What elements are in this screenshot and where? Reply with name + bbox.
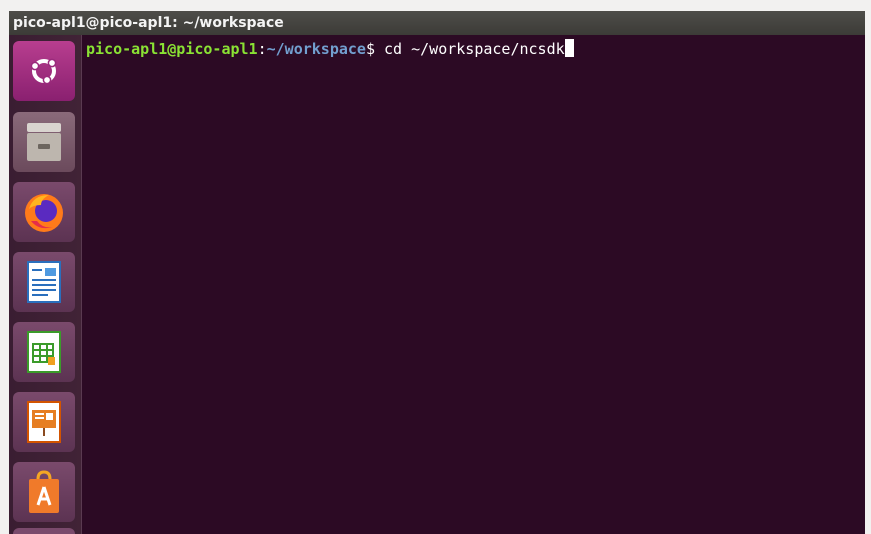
launcher-item-firefox[interactable] [13, 182, 75, 242]
file-cabinet-icon [27, 123, 61, 161]
launcher-item-impress[interactable] [13, 392, 75, 452]
terminal-area[interactable]: pico-apl1@pico-apl1:~/workspace$ cd ~/wo… [82, 35, 865, 534]
launcher-item-dash[interactable] [13, 41, 75, 101]
unity-launcher [9, 35, 82, 534]
writer-document-icon [27, 261, 61, 303]
text-cursor [564, 39, 574, 57]
terminal-prompt-line: pico-apl1@pico-apl1:~/workspace$ cd ~/wo… [86, 39, 574, 59]
prompt-colon: : [257, 40, 267, 58]
window-frame-left [0, 0, 9, 534]
prompt-user-host: pico-apl1@pico-apl1 [86, 40, 258, 58]
window-titlebar[interactable]: pico-apl1@pico-apl1: ~/workspace [9, 11, 865, 35]
terminal-command: cd ~/workspace/ncsdk [375, 40, 565, 58]
prompt-symbol: $ [365, 40, 375, 58]
launcher-item-writer[interactable] [13, 252, 75, 312]
top-strip [0, 0, 871, 11]
firefox-icon [25, 194, 63, 232]
calc-spreadsheet-icon [27, 331, 61, 373]
launcher-item-calc[interactable] [13, 322, 75, 382]
window-frame-right [865, 0, 871, 534]
software-bag-icon [29, 470, 59, 513]
launcher-item-files[interactable] [13, 112, 75, 172]
launcher-item-software[interactable] [13, 462, 75, 522]
window-title: pico-apl1@pico-apl1: ~/workspace [13, 15, 284, 31]
impress-presentation-icon [27, 401, 61, 443]
ubuntu-logo-icon [30, 58, 57, 85]
prompt-cwd: ~/workspace [266, 40, 366, 58]
launcher-item-partial[interactable] [13, 528, 75, 534]
